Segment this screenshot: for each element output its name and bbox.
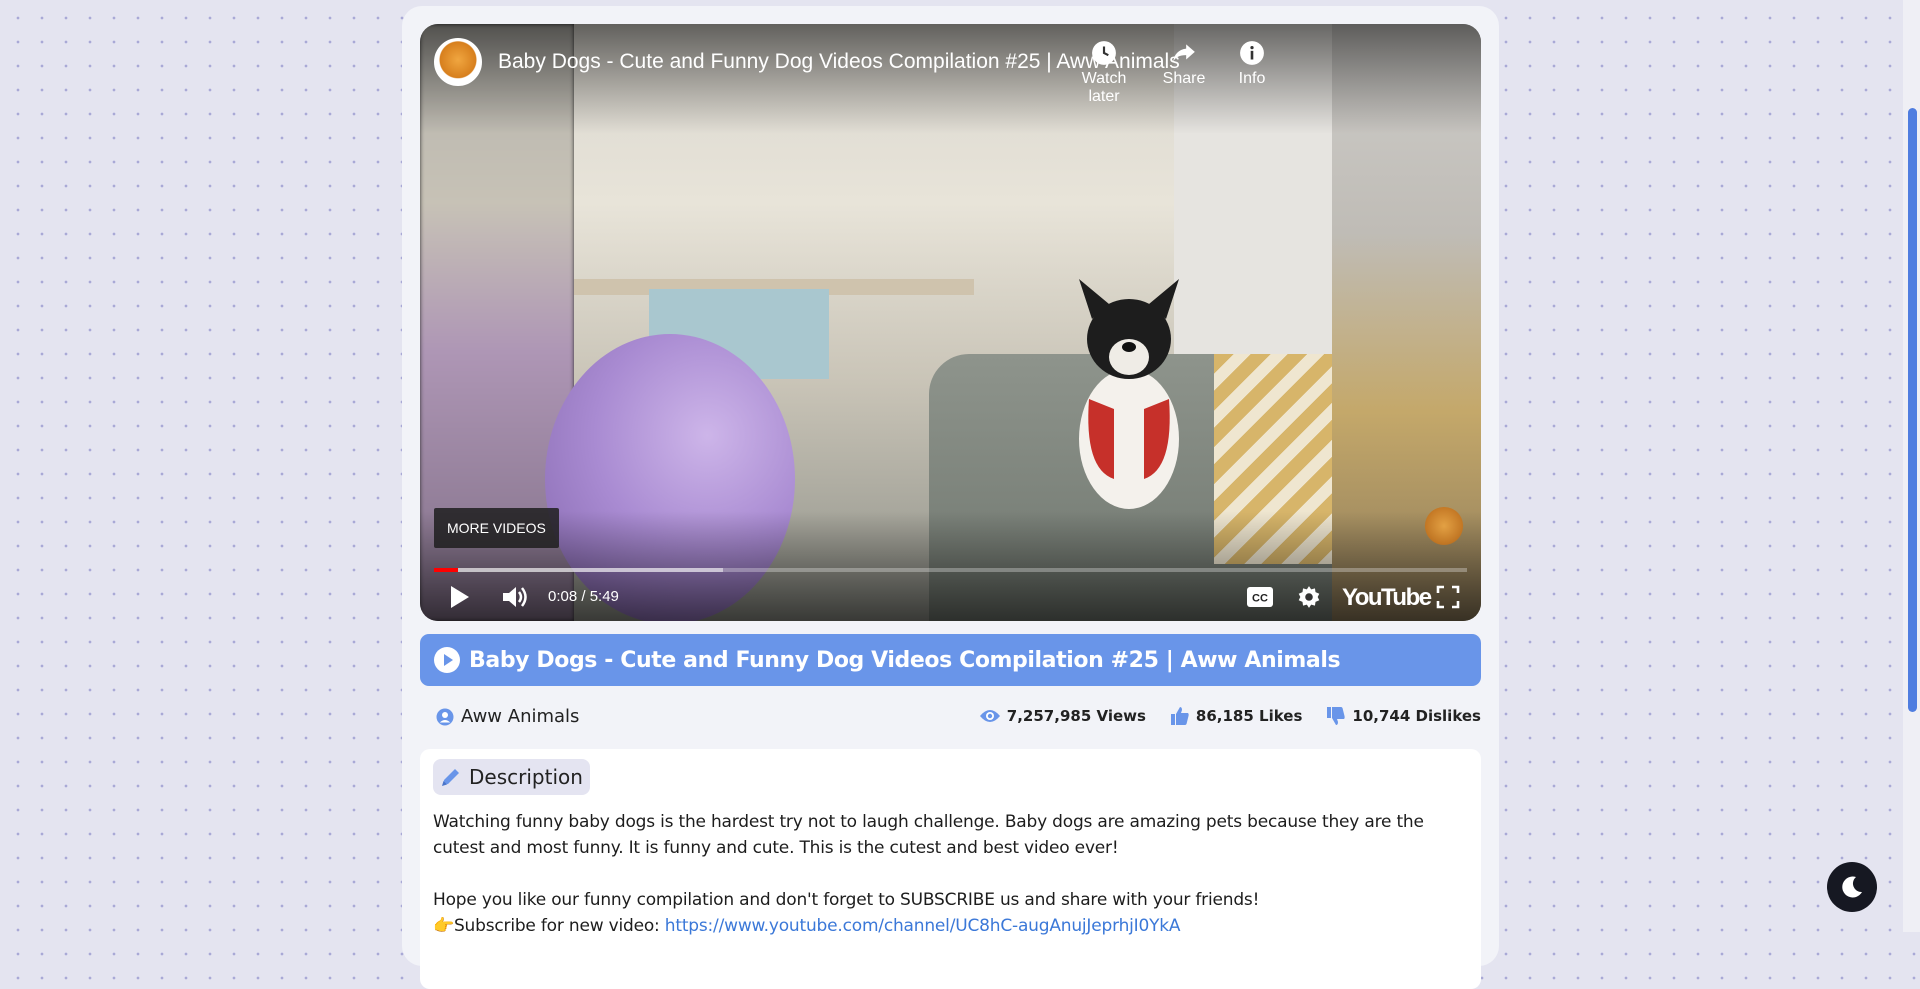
description-paragraph-1: Watching funny baby dogs is the hardest … [433, 812, 1424, 858]
subscribe-link[interactable]: https://www.youtube.com/channel/UC8hC-au… [665, 916, 1181, 936]
description-heading-label: Description [469, 765, 583, 789]
page-scrollbar[interactable] [1903, 0, 1920, 932]
views-stat: 7,257,985 Views [979, 707, 1146, 725]
watch-later-label: Watch later [1081, 70, 1127, 105]
youtube-logo[interactable]: YouTube [1342, 584, 1432, 612]
progress-buffered [434, 568, 724, 572]
svg-text:CC: CC [1252, 593, 1268, 605]
description-body: Watching funny baby dogs is the hardest … [433, 809, 1463, 939]
dislikes-count: 10,744 Dislikes [1352, 707, 1481, 725]
share-icon [1173, 44, 1195, 62]
subscribe-prefix: 👉Subscribe for new video: [433, 916, 665, 936]
thumbs-down-icon [1327, 707, 1346, 725]
likes-stat: 86,185 Likes [1170, 706, 1302, 726]
dark-mode-toggle[interactable] [1827, 862, 1877, 912]
fullscreen-icon [1436, 585, 1460, 609]
fullscreen-button[interactable] [1436, 582, 1460, 612]
channel-watermark[interactable] [1423, 507, 1465, 549]
author-name: Aww Animals [461, 706, 580, 727]
user-icon [436, 708, 454, 725]
likes-count: 86,185 Likes [1195, 707, 1303, 725]
channel-logo-icon[interactable] [434, 38, 482, 86]
subscribe-line: 👉Subscribe for new video: https://www.yo… [433, 913, 1463, 939]
description-heading: Description [433, 759, 590, 795]
more-videos-button[interactable]: MORE VIDEOS [434, 508, 559, 548]
eye-icon [979, 710, 1000, 722]
play-circle-icon [434, 647, 460, 673]
video-title-bar: Baby Dogs - Cute and Funny Dog Videos Co… [420, 634, 1481, 686]
play-button[interactable] [450, 582, 470, 612]
description-paragraph-2: Hope you like our funny compilation and … [433, 890, 1260, 910]
captions-icon: CC [1247, 587, 1273, 607]
pen-icon [442, 769, 459, 786]
scrollbar-thumb[interactable] [1908, 108, 1917, 712]
captions-button[interactable]: CC [1246, 582, 1274, 612]
volume-button[interactable] [502, 582, 530, 612]
progress-played [434, 568, 458, 572]
description-card: Description Watching funny baby dogs is … [420, 749, 1481, 989]
progress-bar[interactable] [434, 568, 1467, 572]
time-display: 0:08 / 5:49 [548, 588, 619, 605]
info-icon [1240, 41, 1264, 65]
volume-icon [503, 587, 527, 607]
thumbs-up-icon [1170, 707, 1189, 725]
dislikes-stat: 10,744 Dislikes [1326, 706, 1481, 726]
share-button[interactable]: Share [1158, 40, 1210, 88]
video-meta: Aww Animals 7,257,985 Views 86,185 Likes [420, 702, 1481, 732]
settings-icon [1298, 586, 1320, 608]
share-label: Share [1162, 70, 1206, 87]
views-count: 7,257,985 Views [1006, 707, 1146, 725]
settings-button[interactable] [1296, 582, 1322, 612]
watch-later-button[interactable]: Watch later [1068, 40, 1140, 106]
video-title: Baby Dogs - Cute and Funny Dog Videos Co… [469, 647, 1341, 673]
moon-icon [1842, 876, 1862, 898]
video-stats: 7,257,985 Views 86,185 Likes 10,744 Disl… [955, 706, 1481, 726]
video-player[interactable]: Baby Dogs - Cute and Funny Dog Videos Co… [420, 24, 1481, 621]
video-card: Baby Dogs - Cute and Funny Dog Videos Co… [402, 6, 1499, 989]
clock-icon [1092, 41, 1116, 65]
info-button[interactable]: Info [1232, 40, 1272, 88]
author[interactable]: Aww Animals [436, 706, 579, 727]
play-icon [451, 586, 469, 608]
info-label: Info [1238, 70, 1266, 87]
